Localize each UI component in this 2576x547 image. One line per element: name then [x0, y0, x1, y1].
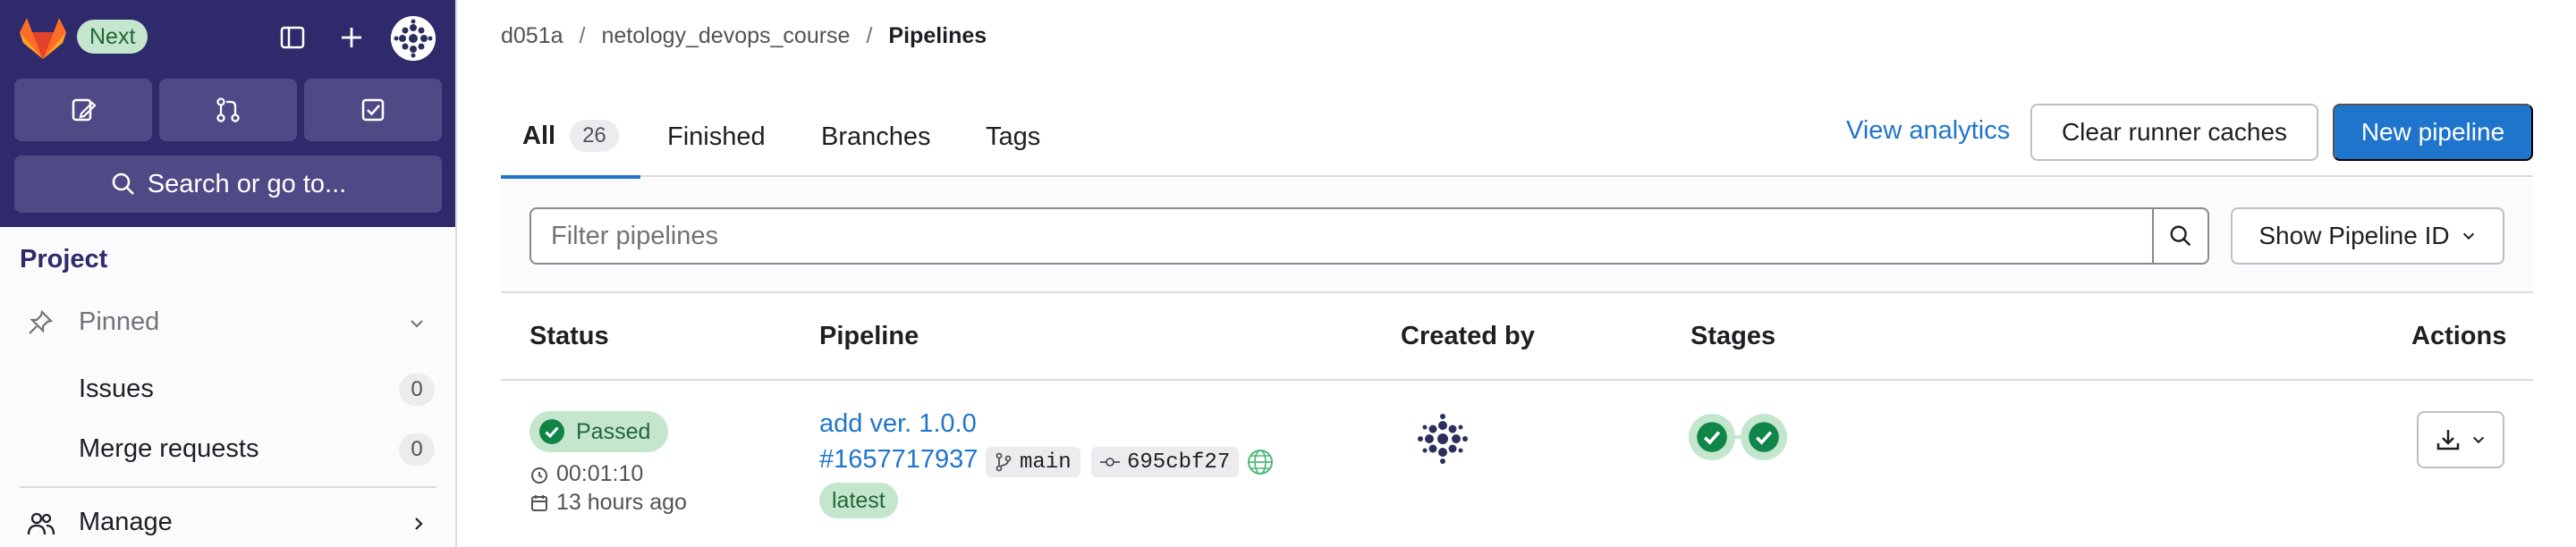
chevron-down-icon — [2462, 232, 2474, 240]
sidebar-toggle-icon[interactable] — [273, 18, 312, 57]
status-success-icon — [539, 419, 564, 444]
breadcrumb-item-group[interactable]: d051a — [501, 23, 564, 49]
merge-requests-count-badge: 0 — [399, 433, 435, 466]
tab-label: All — [522, 121, 556, 150]
clear-runner-caches-button[interactable]: Clear runner caches — [2030, 104, 2318, 161]
search-icon — [2170, 225, 2191, 247]
download-icon — [2436, 430, 2460, 450]
latest-badge[interactable]: latest — [819, 483, 898, 518]
globe-icon[interactable] — [1245, 447, 1275, 477]
user-avatar[interactable] — [391, 16, 436, 61]
tab-count-badge: 26 — [570, 120, 619, 152]
calendar-icon — [531, 494, 547, 511]
finished-time: 13 hours ago — [530, 490, 687, 516]
column-header-actions: Actions — [2411, 322, 2507, 350]
finished-value: 13 hours ago — [556, 490, 687, 515]
assigned-issues-button[interactable] — [14, 79, 152, 141]
stage-status-button[interactable] — [1689, 414, 1735, 460]
breadcrumb: d051a / netology_devops_course / Pipelin… — [501, 23, 987, 49]
dropdown-label: Show Pipeline ID — [2258, 222, 2450, 249]
view-analytics-link[interactable]: View analytics — [1846, 116, 2010, 146]
breadcrumb-separator: / — [579, 23, 586, 48]
merge-request-icon — [216, 97, 240, 122]
branch-name: main — [1020, 450, 1072, 475]
commit-title-link[interactable]: add ver. 1.0.0 — [819, 409, 977, 439]
tab-all[interactable]: All 26 — [501, 97, 640, 179]
todo-icon — [361, 98, 385, 122]
chevron-down-icon — [2472, 436, 2485, 444]
tab-branches[interactable]: Branches — [800, 97, 953, 177]
pinned-label: Pinned — [79, 307, 160, 336]
duration: 00:01:10 — [530, 461, 643, 487]
tab-finished[interactable]: Finished — [646, 97, 787, 177]
status-label: Passed — [576, 418, 651, 444]
status-success-icon — [1697, 422, 1727, 452]
table-header: Status Pipeline Created by Stages Action… — [501, 295, 2533, 381]
sidebar-item-label: Issues — [79, 374, 154, 403]
breadcrumb-item-current[interactable]: Pipelines — [888, 23, 987, 49]
tab-label: Finished — [667, 122, 766, 151]
sidebar-item-issues[interactable]: Issues 0 — [0, 362, 455, 417]
search-icon — [112, 173, 134, 195]
sidebar-divider — [20, 486, 436, 488]
search-label: Search or go to... — [147, 169, 347, 198]
issues-count-badge: 0 — [399, 374, 435, 406]
thumbtack-icon — [29, 309, 54, 334]
chevron-down-icon — [411, 320, 423, 328]
next-badge[interactable]: Next — [77, 20, 148, 54]
show-pipeline-id-dropdown[interactable]: Show Pipeline ID — [2231, 207, 2504, 265]
commit-icon — [1100, 458, 1120, 467]
sidebar-header: Next Search or go to... — [0, 0, 455, 227]
duration-value: 00:01:10 — [556, 461, 644, 486]
breadcrumb-item-project[interactable]: netology_devops_course — [601, 23, 850, 49]
column-header-created-by: Created by — [1401, 322, 1535, 350]
filter-pipelines-input[interactable]: Filter pipelines — [530, 207, 2154, 265]
chevron-right-icon — [415, 518, 423, 530]
column-header-pipeline: Pipeline — [819, 322, 919, 350]
new-pipeline-button[interactable]: New pipeline — [2333, 104, 2533, 161]
branch-icon — [996, 452, 1012, 472]
tab-label: Branches — [821, 122, 931, 151]
column-header-status: Status — [530, 322, 609, 350]
commit-sha: 695cbf27 — [1127, 450, 1231, 475]
filter-bar: Filter pipelines Show Pipeline ID — [501, 179, 2533, 293]
issues-icon — [72, 98, 97, 122]
todo-button[interactable] — [304, 79, 442, 141]
sidebar-item-merge-requests[interactable]: Merge requests 0 — [0, 422, 455, 477]
sidebar-item-label: Merge requests — [79, 434, 259, 463]
download-artifacts-dropdown[interactable] — [2417, 411, 2504, 468]
commit-sha-chip[interactable]: 695cbf27 — [1091, 447, 1240, 477]
status-badge[interactable]: Passed — [530, 411, 669, 452]
creator-avatar[interactable] — [1413, 409, 1472, 468]
breadcrumb-separator: / — [866, 23, 873, 48]
stages-mini-graph — [1689, 414, 1787, 460]
users-icon — [27, 512, 55, 535]
sidebar-item-label: Manage — [79, 508, 173, 536]
tab-tags[interactable]: Tags — [964, 97, 1062, 177]
section-title: Project — [20, 245, 108, 274]
pipeline-id-link[interactable]: #1657717937 — [819, 445, 978, 475]
plus-icon[interactable] — [332, 18, 371, 57]
sidebar: Next Search or go to... Project Pinned I… — [0, 0, 457, 547]
status-success-icon — [1749, 422, 1779, 452]
column-header-stages: Stages — [1690, 322, 1776, 350]
branch-chip[interactable]: main — [986, 447, 1080, 477]
filter-search-button[interactable] — [2152, 207, 2209, 265]
gitlab-logo-icon[interactable] — [18, 16, 68, 61]
sidebar-item-manage[interactable]: Manage — [0, 497, 455, 547]
timer-icon — [531, 467, 547, 484]
merge-requests-button[interactable] — [159, 79, 297, 141]
tab-label: Tags — [986, 122, 1041, 151]
stage-status-button[interactable] — [1741, 414, 1787, 460]
search-button[interactable]: Search or go to... — [14, 156, 442, 213]
pinned-section-toggle[interactable]: Pinned — [0, 295, 455, 350]
